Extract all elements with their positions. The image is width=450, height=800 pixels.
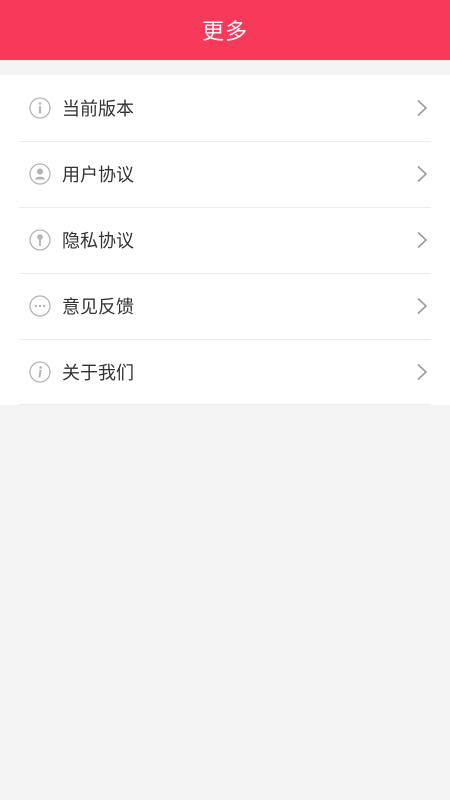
chevron-right-icon: [416, 165, 428, 183]
menu-item-feedback[interactable]: 意见反馈: [0, 273, 450, 339]
chevron-right-icon: [416, 231, 428, 249]
menu-item-privacy-agreement[interactable]: 隐私协议: [0, 207, 450, 273]
menu-item-label: 意见反馈: [62, 297, 134, 318]
page-title: 更多: [201, 20, 248, 45]
menu-item-label: 用户协议: [62, 165, 134, 186]
more-dots-icon: [29, 295, 51, 317]
chevron-right-icon: [416, 99, 428, 117]
chevron-right-icon: [416, 297, 428, 315]
menu-list: 当前版本 用户协议 隐私协议 意见反馈 关于我们: [0, 75, 450, 405]
app-header: 更多: [0, 0, 450, 60]
menu-item-about-us[interactable]: 关于我们: [0, 339, 450, 405]
user-icon: [29, 163, 51, 185]
key-icon: [29, 229, 51, 251]
chevron-right-icon: [416, 363, 428, 381]
menu-item-user-agreement[interactable]: 用户协议: [0, 141, 450, 207]
menu-item-label: 当前版本: [62, 99, 134, 120]
menu-item-label: 隐私协议: [62, 231, 134, 252]
info-icon: [29, 97, 51, 119]
menu-item-label: 关于我们: [62, 363, 134, 384]
info-icon: [29, 361, 51, 383]
menu-item-current-version[interactable]: 当前版本: [0, 75, 450, 141]
